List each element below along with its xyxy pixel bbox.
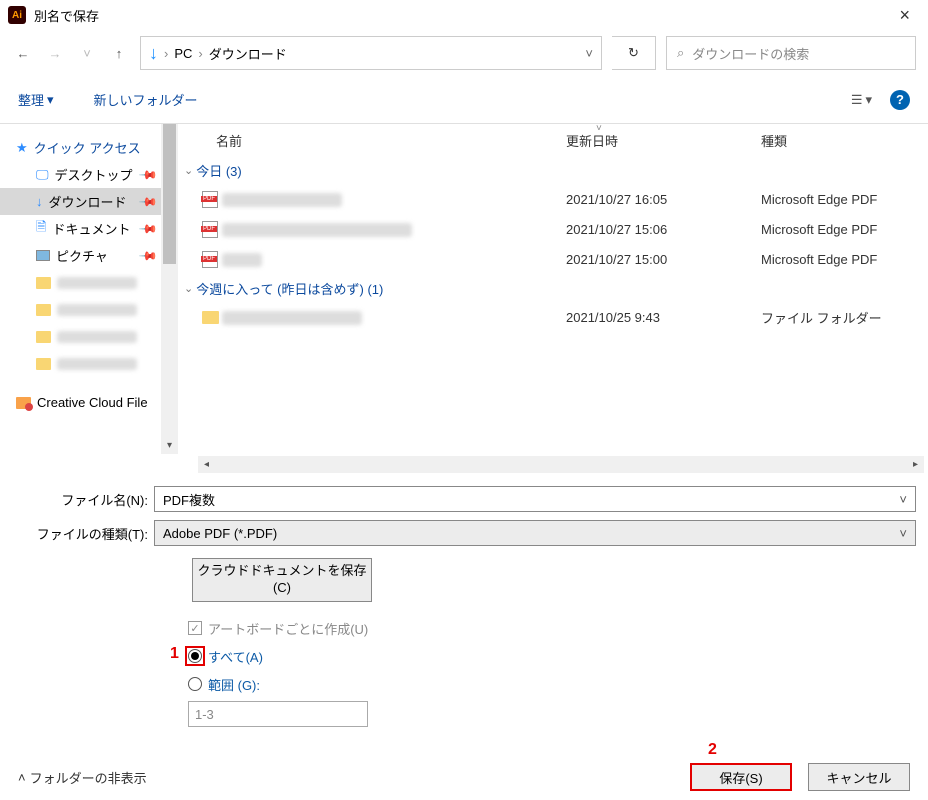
dialog-bottom-bar: ˄ フォルダーの非表示 2 保存(S) キャンセル: [0, 754, 928, 800]
column-headers[interactable]: 名前 ˅ 更新日時 種類: [178, 124, 928, 156]
sidebar-quick-access[interactable]: ★ クイック アクセス: [0, 134, 178, 161]
column-kind[interactable]: 種類: [761, 131, 928, 150]
close-icon[interactable]: ×: [889, 5, 920, 26]
chevron-down-icon[interactable]: ˅: [899, 492, 907, 507]
titlebar: Ai 別名で保存 ×: [0, 0, 928, 30]
pictures-icon: [36, 250, 50, 261]
save-to-cloud-button[interactable]: クラウドドキュメントを保存(C): [192, 558, 372, 602]
file-row[interactable]: 2021/10/27 16:05 Microsoft Edge PDF: [178, 184, 928, 214]
sidebar: ★ クイック アクセス 🖵 デスクトップ 📌 ↓ ダウンロード 📌 🗎 ドキュメ…: [0, 124, 178, 454]
pdf-icon: [202, 221, 218, 238]
horizontal-scrollbar[interactable]: ◂ ▸: [198, 456, 924, 473]
pdf-icon: [202, 191, 218, 208]
sidebar-pictures[interactable]: ピクチャ 📌: [0, 242, 178, 269]
refresh-button[interactable]: ↻: [612, 36, 656, 70]
breadcrumb-sep: ›: [198, 46, 202, 61]
sidebar-item-blurred[interactable]: [0, 269, 178, 296]
chevron-up-icon: ˄: [18, 770, 26, 785]
annotation-1: 1: [170, 645, 179, 663]
sidebar-documents[interactable]: 🗎 ドキュメント 📌: [0, 215, 178, 242]
nav-row: ← → ˅ ↑ ↓ › PC › ダウンロード ˅ ↻ ⌕ ダウンロードの検索: [0, 30, 928, 76]
chevron-down-icon[interactable]: ˅: [899, 526, 907, 541]
search-icon: ⌕: [677, 45, 684, 61]
filetype-select[interactable]: Adobe PDF (*.PDF) ˅: [154, 520, 916, 546]
annotation-highlight: [185, 646, 205, 666]
breadcrumb-sep: ›: [164, 46, 168, 61]
creative-cloud-icon: [16, 397, 31, 409]
address-dropdown-icon[interactable]: ˅: [585, 46, 593, 61]
chevron-down-icon: ▾: [47, 92, 54, 108]
folder-icon: [36, 331, 51, 343]
scroll-left-icon[interactable]: ◂: [198, 456, 215, 473]
window-title: 別名で保存: [34, 6, 99, 25]
filename-input[interactable]: PDF複数 ˅: [154, 486, 916, 512]
pin-icon: 📌: [138, 245, 158, 265]
new-folder-button[interactable]: 新しいフォルダー: [94, 90, 198, 109]
artboard-checkbox-row: ✓ アートボードごとに作成(U): [188, 614, 916, 642]
search-input[interactable]: ⌕ ダウンロードの検索: [666, 36, 916, 70]
recent-chevron[interactable]: ˅: [76, 42, 98, 64]
app-icon: Ai: [8, 6, 26, 24]
save-button[interactable]: 保存(S): [690, 763, 792, 791]
sidebar-item-blurred[interactable]: [0, 350, 178, 377]
address-bar[interactable]: ↓ › PC › ダウンロード ˅: [140, 36, 602, 70]
folder-icon: [202, 311, 219, 324]
radio-range[interactable]: [188, 677, 202, 691]
pin-icon: 📌: [138, 164, 158, 184]
scroll-thumb[interactable]: [163, 124, 176, 264]
pin-icon: 📌: [138, 218, 158, 238]
sidebar-item-blurred[interactable]: [0, 323, 178, 350]
view-options-button[interactable]: ☰▾: [851, 92, 872, 108]
folder-icon: [36, 358, 51, 370]
monitor-icon: 🖵: [36, 167, 49, 183]
folder-icon: [36, 277, 51, 289]
hide-folders-toggle[interactable]: ˄ フォルダーの非表示: [18, 768, 147, 787]
file-list: 名前 ˅ 更新日時 種類 ⌄ 今日 (3) 2021/10/27 16:05 M…: [178, 124, 928, 454]
scroll-right-icon[interactable]: ▸: [907, 456, 924, 473]
file-row[interactable]: 2021/10/27 15:06 Microsoft Edge PDF: [178, 214, 928, 244]
pin-icon: 📌: [138, 191, 158, 211]
file-row[interactable]: 2021/10/25 9:43 ファイル フォルダー: [178, 302, 928, 332]
help-button[interactable]: ?: [890, 90, 910, 110]
sidebar-item-blurred[interactable]: [0, 296, 178, 323]
sort-desc-icon: ˅: [596, 123, 602, 134]
back-button[interactable]: ←: [12, 42, 34, 64]
file-row[interactable]: 2021/10/27 15:00 Microsoft Edge PDF: [178, 244, 928, 274]
breadcrumb-folder[interactable]: ダウンロード: [209, 44, 287, 63]
range-input[interactable]: 1-3: [188, 701, 368, 727]
sidebar-desktop[interactable]: 🖵 デスクトップ 📌: [0, 161, 178, 188]
chevron-down-icon: ⌄: [184, 164, 193, 177]
cancel-button[interactable]: キャンセル: [808, 763, 910, 791]
column-date[interactable]: ˅ 更新日時: [566, 131, 761, 150]
download-icon: ↓: [36, 194, 43, 209]
folder-icon: [36, 304, 51, 316]
list-view-icon: ☰: [851, 92, 863, 108]
group-today[interactable]: ⌄ 今日 (3): [178, 156, 928, 184]
sidebar-scrollbar[interactable]: ▴ ▾: [161, 124, 178, 454]
sidebar-creative-cloud[interactable]: Creative Cloud File: [0, 389, 178, 416]
filetype-label: ファイルの種類(T):: [12, 524, 154, 543]
chevron-down-icon: ⌄: [184, 282, 193, 295]
radio-all-row[interactable]: 1 すべて(A): [188, 642, 916, 670]
group-week[interactable]: ⌄ 今週に入って (昨日は含めず) (1): [178, 274, 928, 302]
star-icon: ★: [16, 140, 28, 156]
organize-menu[interactable]: 整理▾: [18, 90, 54, 109]
scroll-down-icon[interactable]: ▾: [161, 437, 178, 454]
column-name[interactable]: 名前: [216, 131, 566, 150]
checkbox-checked-icon: ✓: [188, 621, 202, 635]
pdf-icon: [202, 251, 218, 268]
radio-range-row[interactable]: 範囲 (G):: [188, 670, 916, 698]
annotation-2: 2: [708, 741, 717, 759]
up-button[interactable]: ↑: [108, 42, 130, 64]
search-placeholder: ダウンロードの検索: [692, 44, 809, 63]
toolbar: 整理▾ 新しいフォルダー ☰▾ ?: [0, 76, 928, 124]
downloads-icon: ↓: [149, 43, 158, 64]
filename-label: ファイル名(N):: [12, 490, 154, 509]
sidebar-downloads[interactable]: ↓ ダウンロード 📌: [0, 188, 178, 215]
breadcrumb-pc[interactable]: PC: [174, 46, 192, 61]
forward-button: →: [44, 42, 66, 64]
document-icon: 🗎: [36, 218, 46, 240]
